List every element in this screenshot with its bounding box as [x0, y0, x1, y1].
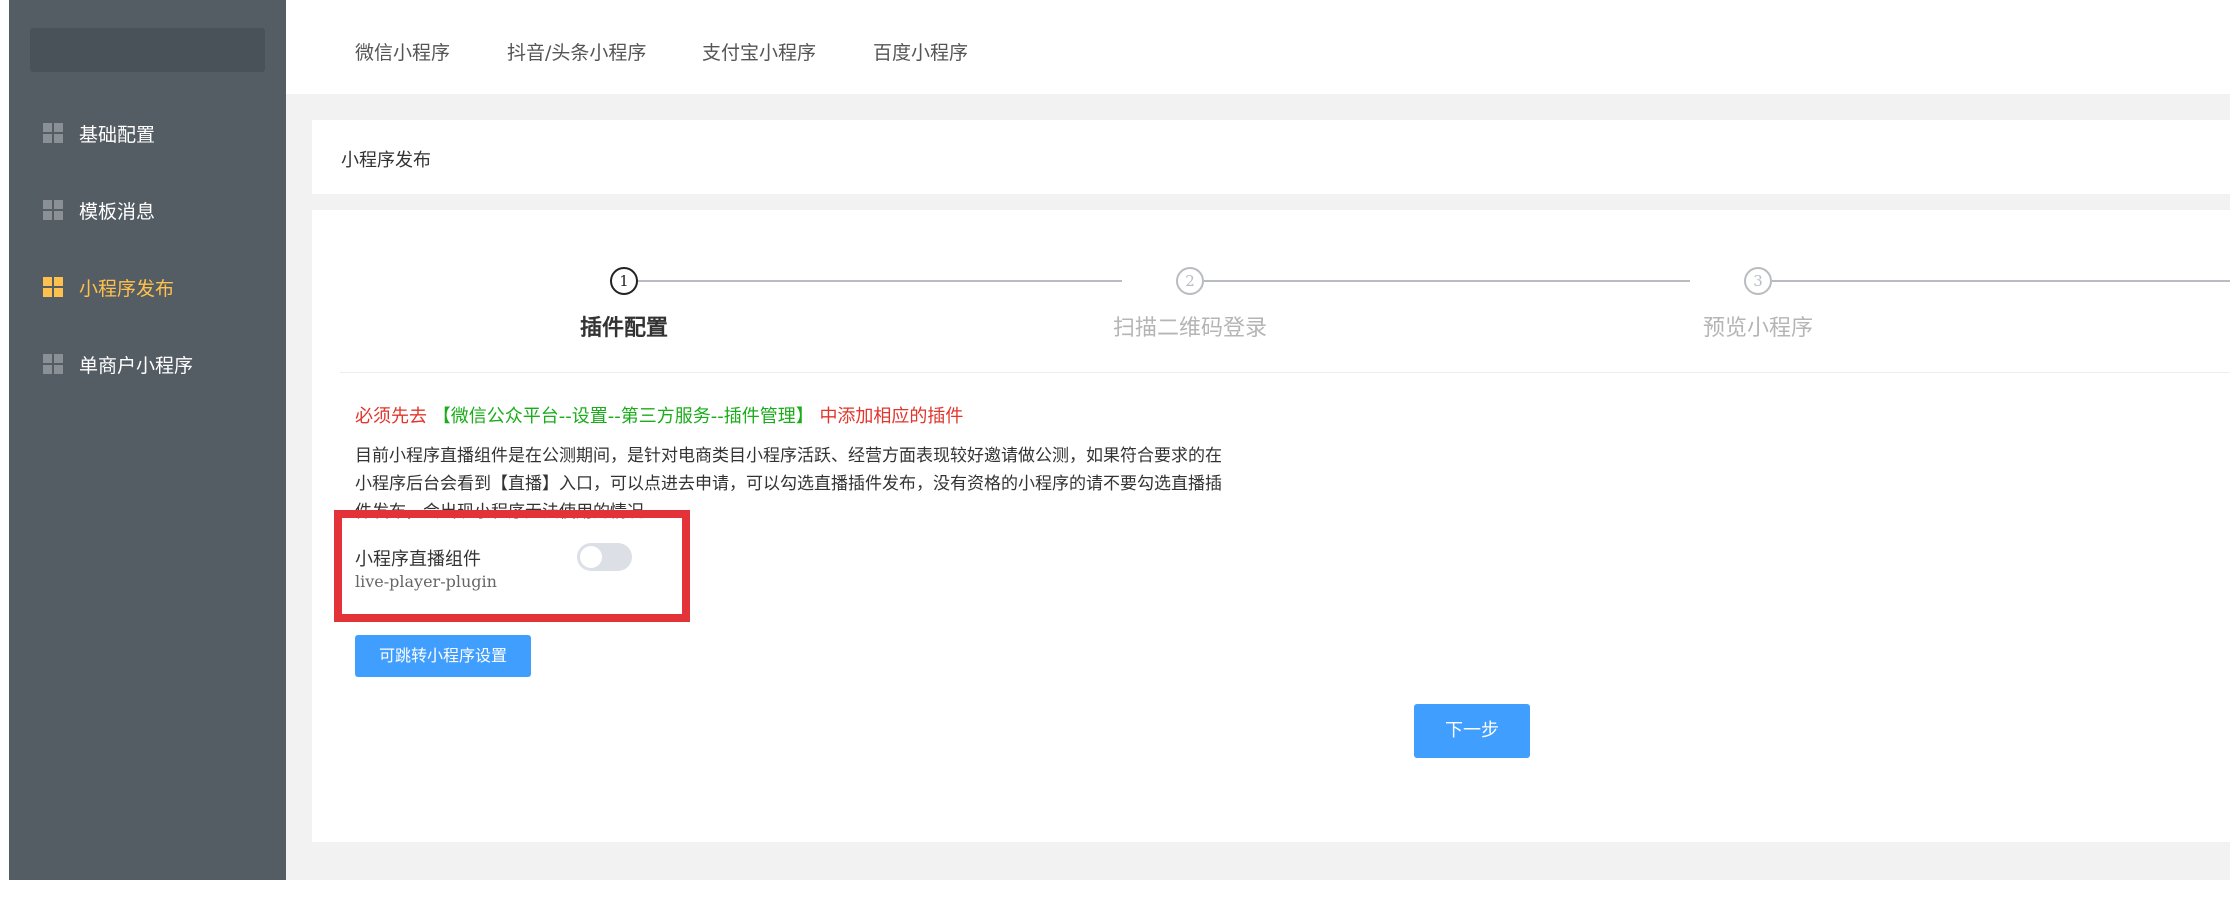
sidebar-item-label: 基础配置 [79, 123, 156, 146]
breadcrumb: 小程序发布 [312, 120, 2230, 194]
page-title: 小程序发布 [341, 150, 431, 171]
live-plugin-toggle[interactable] [577, 543, 632, 571]
plugin-notice: 必须先去 【微信公众平台--设置--第三方服务--插件管理】 中添加相应的插件 [355, 402, 963, 428]
sidebar-item-single-merchant[interactable]: 单商户小程序 [9, 334, 286, 394]
sidebar-item-label: 单商户小程序 [79, 354, 194, 377]
step-3-icon: 3 [1744, 267, 1772, 295]
grid-icon [43, 200, 63, 220]
grid-icon [43, 354, 63, 374]
step-1-icon: 1 [610, 267, 638, 295]
grid-icon [43, 123, 63, 143]
step-2-label: 扫描二维码登录 [1112, 316, 1268, 341]
plugin-name: 小程序直播组件 [355, 549, 481, 570]
jump-settings-button[interactable]: 可跳转小程序设置 [355, 635, 531, 677]
step-1-label: 插件配置 [579, 316, 669, 341]
tab-douyin-toutiao[interactable]: 抖音/头条小程序 [507, 38, 646, 65]
sidebar-item-basic-config[interactable]: 基础配置 [9, 103, 286, 163]
top-tabs: 微信小程序 抖音/头条小程序 支付宝小程序 百度小程序 [286, 0, 2230, 94]
step-2-icon: 2 [1176, 267, 1204, 295]
divider [340, 372, 2230, 373]
next-step-button[interactable]: 下一步 [1414, 704, 1530, 758]
step-connector [1772, 280, 2230, 282]
sidebar-item-label: 小程序发布 [79, 277, 175, 300]
sidebar-item-template-message[interactable]: 模板消息 [9, 180, 286, 240]
tab-baidu[interactable]: 百度小程序 [873, 38, 968, 65]
notice-suffix: 中添加相应的插件 [819, 406, 964, 427]
sidebar-item-miniprogram-publish[interactable]: 小程序发布 [9, 257, 286, 317]
logo [30, 28, 265, 72]
step-connector [638, 280, 1122, 282]
step-connector [1204, 280, 1690, 282]
tab-alipay[interactable]: 支付宝小程序 [702, 38, 816, 65]
step-3-label: 预览小程序 [1702, 316, 1814, 341]
tab-wechat[interactable]: 微信小程序 [355, 38, 450, 65]
sidebar-item-label: 模板消息 [79, 200, 156, 223]
publish-card: 1 2 3 插件配置 扫描二维码登录 预览小程序 必须先去 【微信公众平台--设… [312, 210, 2230, 842]
notice-prefix: 必须先去 [355, 406, 427, 427]
plugin-code: live-player-plugin [355, 572, 497, 591]
notice-link: 【微信公众平台--设置--第三方服务--插件管理】 [432, 406, 814, 427]
grid-icon [43, 277, 63, 297]
sidebar: 基础配置 模板消息 小程序发布 单商户小程序 [9, 0, 286, 880]
toggle-knob [580, 546, 602, 568]
